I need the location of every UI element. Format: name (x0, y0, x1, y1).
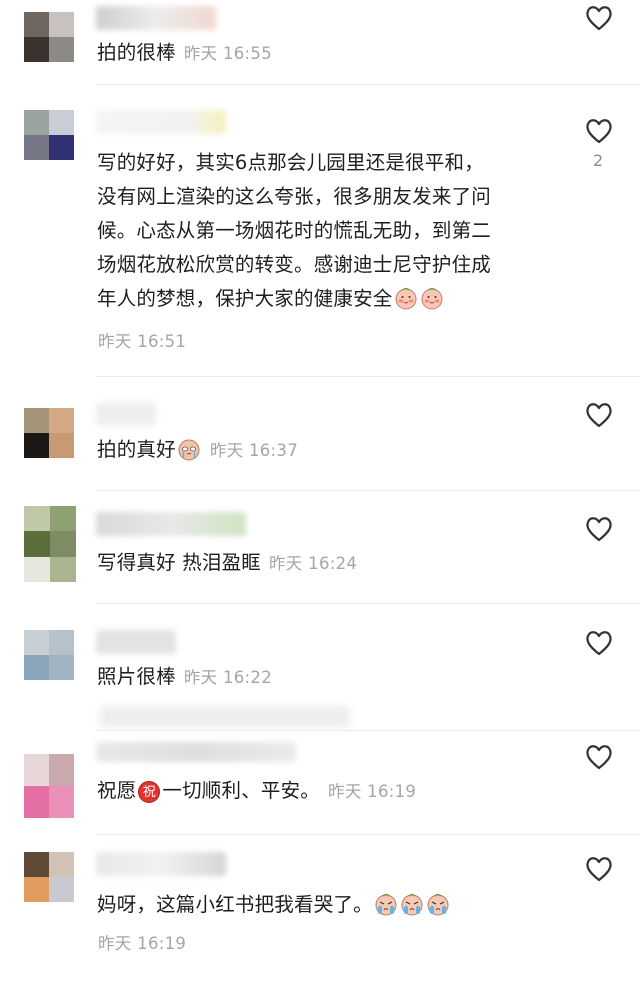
heart-outline-icon[interactable] (585, 630, 613, 656)
comment-time: 昨天 16:24 (269, 554, 358, 573)
blush-face-emoji (395, 287, 417, 310)
comment-text: 写的好好，其实6点那会儿园里还是很平和， 没有网上渲染的这么夸张，很多朋友发来了… (97, 146, 537, 316)
blush-face-emoji (421, 287, 443, 310)
comment-time: 昨天 16:55 (183, 44, 273, 63)
comment-time: 昨天 16:19 (328, 782, 417, 801)
comment-line-text: 年人的梦想，保护大家的健康安全 (97, 287, 393, 310)
comment-item: 照片很棒 昨天 16:22 (0, 620, 640, 730)
comment-text: 拍的很棒 昨天 16:55 (97, 36, 537, 71)
comment-time: 昨天 16:51 (98, 332, 187, 351)
username-blurred[interactable] (96, 402, 156, 426)
comment-time: 昨天 16:22 (183, 668, 273, 687)
comment-text: 祝愿祝一切顺利、平安。 昨天 16:19 (97, 774, 537, 809)
comment-body: 一切顺利、平安。 (162, 779, 321, 802)
divider (96, 490, 640, 491)
comment-body: 写得真好 热泪盈眶 (97, 551, 261, 574)
divider (96, 84, 640, 85)
heart-outline-icon[interactable] (585, 856, 613, 882)
like-count: 2 (593, 151, 604, 170)
comment-body: 照片很棒 (97, 665, 176, 688)
heart-outline-icon[interactable] (585, 118, 613, 144)
comment-body: 妈呀，这篇小红书把我看哭了。 (97, 893, 373, 916)
username-blurred[interactable] (96, 630, 176, 654)
comment-line: 年人的梦想，保护大家的健康安全 (97, 282, 537, 316)
avatar[interactable] (24, 754, 74, 818)
comment-line: 写的好好，其实6点那会儿园里还是很平和， (97, 151, 484, 174)
divider (96, 376, 640, 377)
avatar[interactable] (24, 12, 74, 62)
avatar[interactable] (24, 630, 74, 680)
comment-text: 妈呀，这篇小红书把我看哭了。 (97, 888, 537, 922)
crying-face-emoji (427, 893, 449, 916)
avatar[interactable] (24, 408, 74, 458)
blurred-content (100, 706, 350, 728)
comment-line: 没有网上渲染的这么夸张，很多朋友发来了问 (97, 185, 492, 208)
username-blurred[interactable] (96, 512, 246, 536)
heart-outline-icon[interactable] (585, 402, 613, 428)
divider (96, 603, 640, 604)
username-blurred[interactable] (96, 110, 226, 134)
comment-time: 昨天 16:37 (209, 441, 299, 460)
comment-text: 写得真好 热泪盈眶 昨天 16:24 (97, 546, 537, 581)
divider (96, 834, 640, 835)
comment-time: 昨天 16:19 (98, 934, 187, 953)
heart-outline-icon[interactable] (585, 5, 613, 31)
comment-item: 祝愿祝一切顺利、平安。 昨天 16:19 (0, 740, 640, 840)
comment-line: 场烟花放松欣赏的转变。感谢迪士尼守护住成 (97, 253, 492, 276)
comment-text: 照片很棒 昨天 16:22 (97, 660, 537, 695)
avatar[interactable] (24, 506, 76, 582)
username-blurred[interactable] (96, 852, 226, 876)
username-blurred[interactable] (96, 742, 296, 762)
comment-body: 拍的很棒 (97, 41, 176, 64)
username-blurred[interactable] (96, 6, 216, 30)
comment-item: 写的好好，其实6点那会儿园里还是很平和， 没有网上渲染的这么夸张，很多朋友发来了… (0, 100, 640, 370)
comment-body: 祝愿 (97, 779, 137, 802)
comment-item: 拍的很棒 昨天 16:55 (0, 0, 640, 80)
crying-face-emoji (375, 893, 397, 916)
comment-item: 写得真好 热泪盈眶 昨天 16:24 (0, 504, 640, 594)
heart-outline-icon[interactable] (585, 516, 613, 542)
divider (96, 730, 640, 731)
comment-line: 候。心态从第一场烟花时的慌乱无助，到第二 (97, 219, 492, 242)
avatar[interactable] (24, 852, 74, 902)
comment-text: 拍的真好 昨天 16:37 (97, 433, 537, 468)
tearful-face-emoji (178, 439, 200, 461)
avatar[interactable] (24, 110, 74, 160)
heart-outline-icon[interactable] (585, 744, 613, 770)
comment-item: 妈呀，这篇小红书把我看哭了。 昨天 16:19 (0, 846, 640, 988)
comment-body: 拍的真好 (97, 438, 176, 461)
blessing-badge: 祝 (138, 781, 161, 803)
comment-item: 拍的真好 昨天 16:37 (0, 396, 640, 482)
crying-face-emoji (401, 893, 423, 916)
